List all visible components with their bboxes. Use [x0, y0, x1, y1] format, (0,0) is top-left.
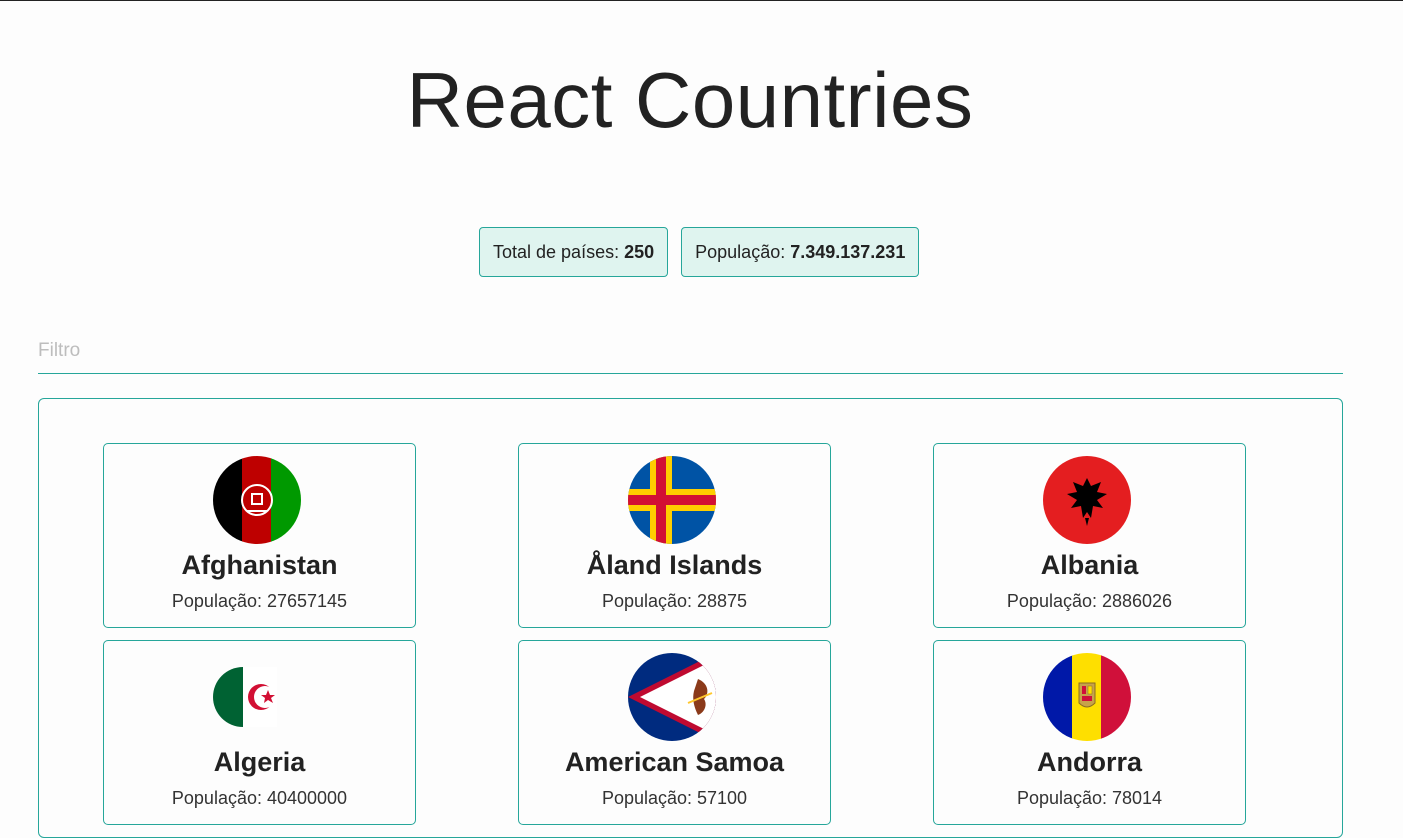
albania-flag-icon: [1043, 456, 1131, 544]
country-name: Andorra: [1036, 747, 1142, 777]
country-card[interactable]: Andorra População: 78014: [933, 640, 1246, 825]
andorra-flag-icon: [1043, 653, 1131, 741]
page-title: React Countries: [406, 56, 974, 144]
total-countries-badge: Total de países: 250: [479, 227, 669, 277]
total-countries-label: Total de países:: [493, 241, 620, 262]
country-population: População: 57100: [601, 788, 748, 808]
countries-panel: Afghanistan População: 27657145 Åland Is…: [38, 398, 1343, 838]
country-name: American Samoa: [564, 747, 785, 777]
top-border: [0, 0, 1403, 1]
country-population: População: 78014: [1016, 788, 1163, 808]
american-samoa-flag-icon: [628, 653, 716, 741]
total-population-value: 7.349.137.231: [790, 241, 906, 262]
country-population: População: 28875: [601, 591, 748, 611]
filter-input[interactable]: [38, 328, 1343, 374]
country-population: População: 2886026: [1006, 591, 1173, 611]
afghanistan-flag-icon: [213, 456, 301, 544]
country-card[interactable]: Albania População: 2886026: [933, 443, 1246, 628]
stats-bar: Total de países: 250 População: 7.349.13…: [479, 227, 920, 277]
country-card[interactable]: Algeria População: 40400000: [103, 640, 416, 825]
algeria-flag-icon: [213, 667, 277, 727]
country-name: Albania: [1040, 550, 1139, 580]
total-population-badge: População: 7.349.137.231: [681, 227, 920, 277]
country-name: Åland Islands: [586, 550, 763, 580]
aland-islands-flag-icon: [628, 456, 716, 544]
country-card[interactable]: American Samoa População: 57100: [518, 640, 831, 825]
country-population: População: 40400000: [171, 788, 348, 808]
country-name: Algeria: [213, 747, 306, 777]
total-countries-value: 250: [624, 241, 655, 262]
country-card[interactable]: Åland Islands População: 28875: [518, 443, 831, 628]
country-card[interactable]: Afghanistan População: 27657145: [103, 443, 416, 628]
total-population-label: População:: [695, 241, 786, 262]
country-population: População: 27657145: [171, 591, 348, 611]
country-name: Afghanistan: [181, 550, 338, 580]
